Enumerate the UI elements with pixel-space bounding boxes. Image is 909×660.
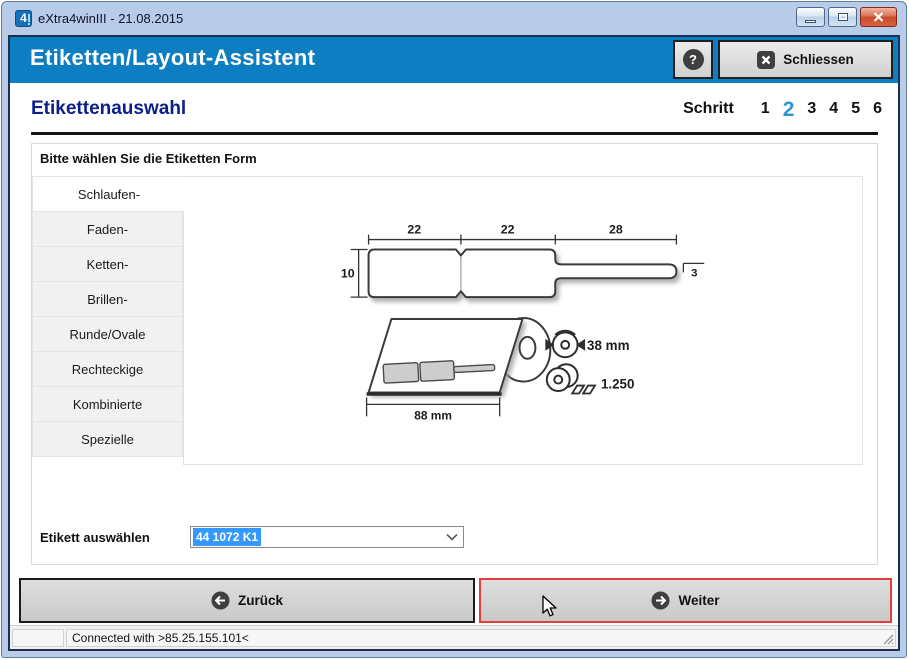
label-shape-drawing	[369, 249, 677, 297]
dim-roll-width: 88 mm	[414, 408, 452, 422]
connection-status: Connected with >85.25.155.101<	[72, 631, 249, 645]
chevron-down-icon[interactable]	[446, 528, 458, 546]
minimize-icon	[805, 20, 816, 23]
tab-schlaufen[interactable]: Schlaufen-	[32, 176, 185, 212]
weiter-label: Weiter	[678, 593, 719, 608]
dim-22a: 22	[407, 223, 421, 237]
zurueck-button[interactable]: Zurück	[19, 578, 475, 623]
step-6: 6	[873, 100, 882, 118]
client-area: Etiketten/Layout-Assistent ? Schliessen …	[8, 35, 900, 651]
core-diameter-value: 38 mm	[587, 338, 630, 353]
status-bar: Connected with >85.25.155.101<	[10, 625, 898, 649]
etikett-auswaehlen-label: Etikett auswählen	[40, 530, 150, 545]
minimize-button[interactable]	[796, 7, 825, 27]
zurueck-label: Zurück	[238, 593, 283, 608]
dim-3: 3	[691, 267, 697, 279]
tab-ketten[interactable]: Ketten-	[32, 246, 183, 282]
step-label: Schritt	[683, 100, 734, 118]
step-5: 5	[851, 100, 860, 118]
app-icon-exclaim	[28, 14, 30, 22]
weiter-button[interactable]: Weiter	[479, 578, 892, 623]
tab-faden[interactable]: Faden-	[32, 211, 183, 247]
tab-spezielle[interactable]: Spezielle	[32, 421, 183, 457]
form-prompt: Bitte wählen Sie die Etiketten Form	[40, 151, 257, 166]
close-icon	[873, 12, 884, 22]
dim-28: 28	[609, 223, 623, 237]
form-groupbox: Bitte wählen Sie die Etiketten Form Schl…	[31, 143, 878, 565]
maximize-icon	[838, 13, 848, 21]
tab-rechteckige[interactable]: Rechteckige	[32, 351, 183, 387]
help-icon: ?	[683, 49, 704, 70]
back-arrow-icon	[211, 591, 230, 610]
status-cell-empty	[12, 629, 64, 647]
tab-brillen[interactable]: Brillen-	[32, 281, 183, 317]
status-cell-message: Connected with >85.25.155.101<	[66, 629, 896, 647]
page-title-row: Etikettenauswahl Schritt 1 2 3 4 5 6	[10, 89, 898, 129]
title-bar[interactable]: 4 eXtra4winIII - 21.08.2015	[2, 2, 906, 35]
app-icon-glyph: 4	[20, 11, 27, 25]
resize-grip[interactable]	[882, 633, 894, 645]
combobox-selected-value: 44 1072 K1	[193, 528, 261, 546]
etikett-combobox[interactable]: 44 1072 K1	[190, 526, 464, 548]
dim-10: 10	[341, 266, 355, 280]
label-technical-drawing: 22 22 28 10 3	[184, 177, 862, 464]
core-diameter-icon	[545, 331, 585, 358]
schliessen-label: Schliessen	[783, 52, 854, 67]
label-preview-panel: 22 22 28 10 3	[183, 176, 863, 465]
help-button[interactable]: ?	[673, 40, 713, 79]
roll-drawing	[367, 318, 551, 394]
tab-runde-ovale[interactable]: Runde/Ovale	[32, 316, 183, 352]
roll-count-icon	[547, 364, 595, 393]
labels-per-roll-value: 1.250	[601, 377, 635, 392]
wizard-title: Etiketten/Layout-Assistent	[30, 45, 315, 71]
app-window: 4 eXtra4winIII - 21.08.2015 Etiketten/La…	[1, 1, 907, 658]
window-title: eXtra4winIII - 21.08.2015	[38, 11, 183, 26]
page-title: Etikettenauswahl	[31, 98, 186, 120]
dim-22b: 22	[501, 223, 515, 237]
tab-kombinierte[interactable]: Kombinierte	[32, 386, 183, 422]
app-icon: 4	[15, 10, 32, 27]
next-arrow-icon	[651, 591, 670, 610]
maximize-button[interactable]	[828, 7, 857, 27]
caption-buttons	[796, 7, 897, 27]
divider-rule	[31, 132, 878, 135]
step-2-active: 2	[783, 98, 795, 122]
close-window-button[interactable]	[860, 7, 897, 27]
step-4: 4	[829, 100, 838, 118]
schliessen-button[interactable]: Schliessen	[718, 40, 893, 79]
step-1: 1	[761, 100, 770, 118]
step-3: 3	[807, 100, 816, 118]
form-tabs: Schlaufen- Faden- Ketten- Brillen- Runde…	[32, 176, 183, 457]
close-x-icon	[757, 51, 775, 69]
step-indicator: Schritt 1 2 3 4 5 6	[683, 97, 882, 121]
wizard-header: Etiketten/Layout-Assistent ? Schliessen	[10, 37, 898, 83]
